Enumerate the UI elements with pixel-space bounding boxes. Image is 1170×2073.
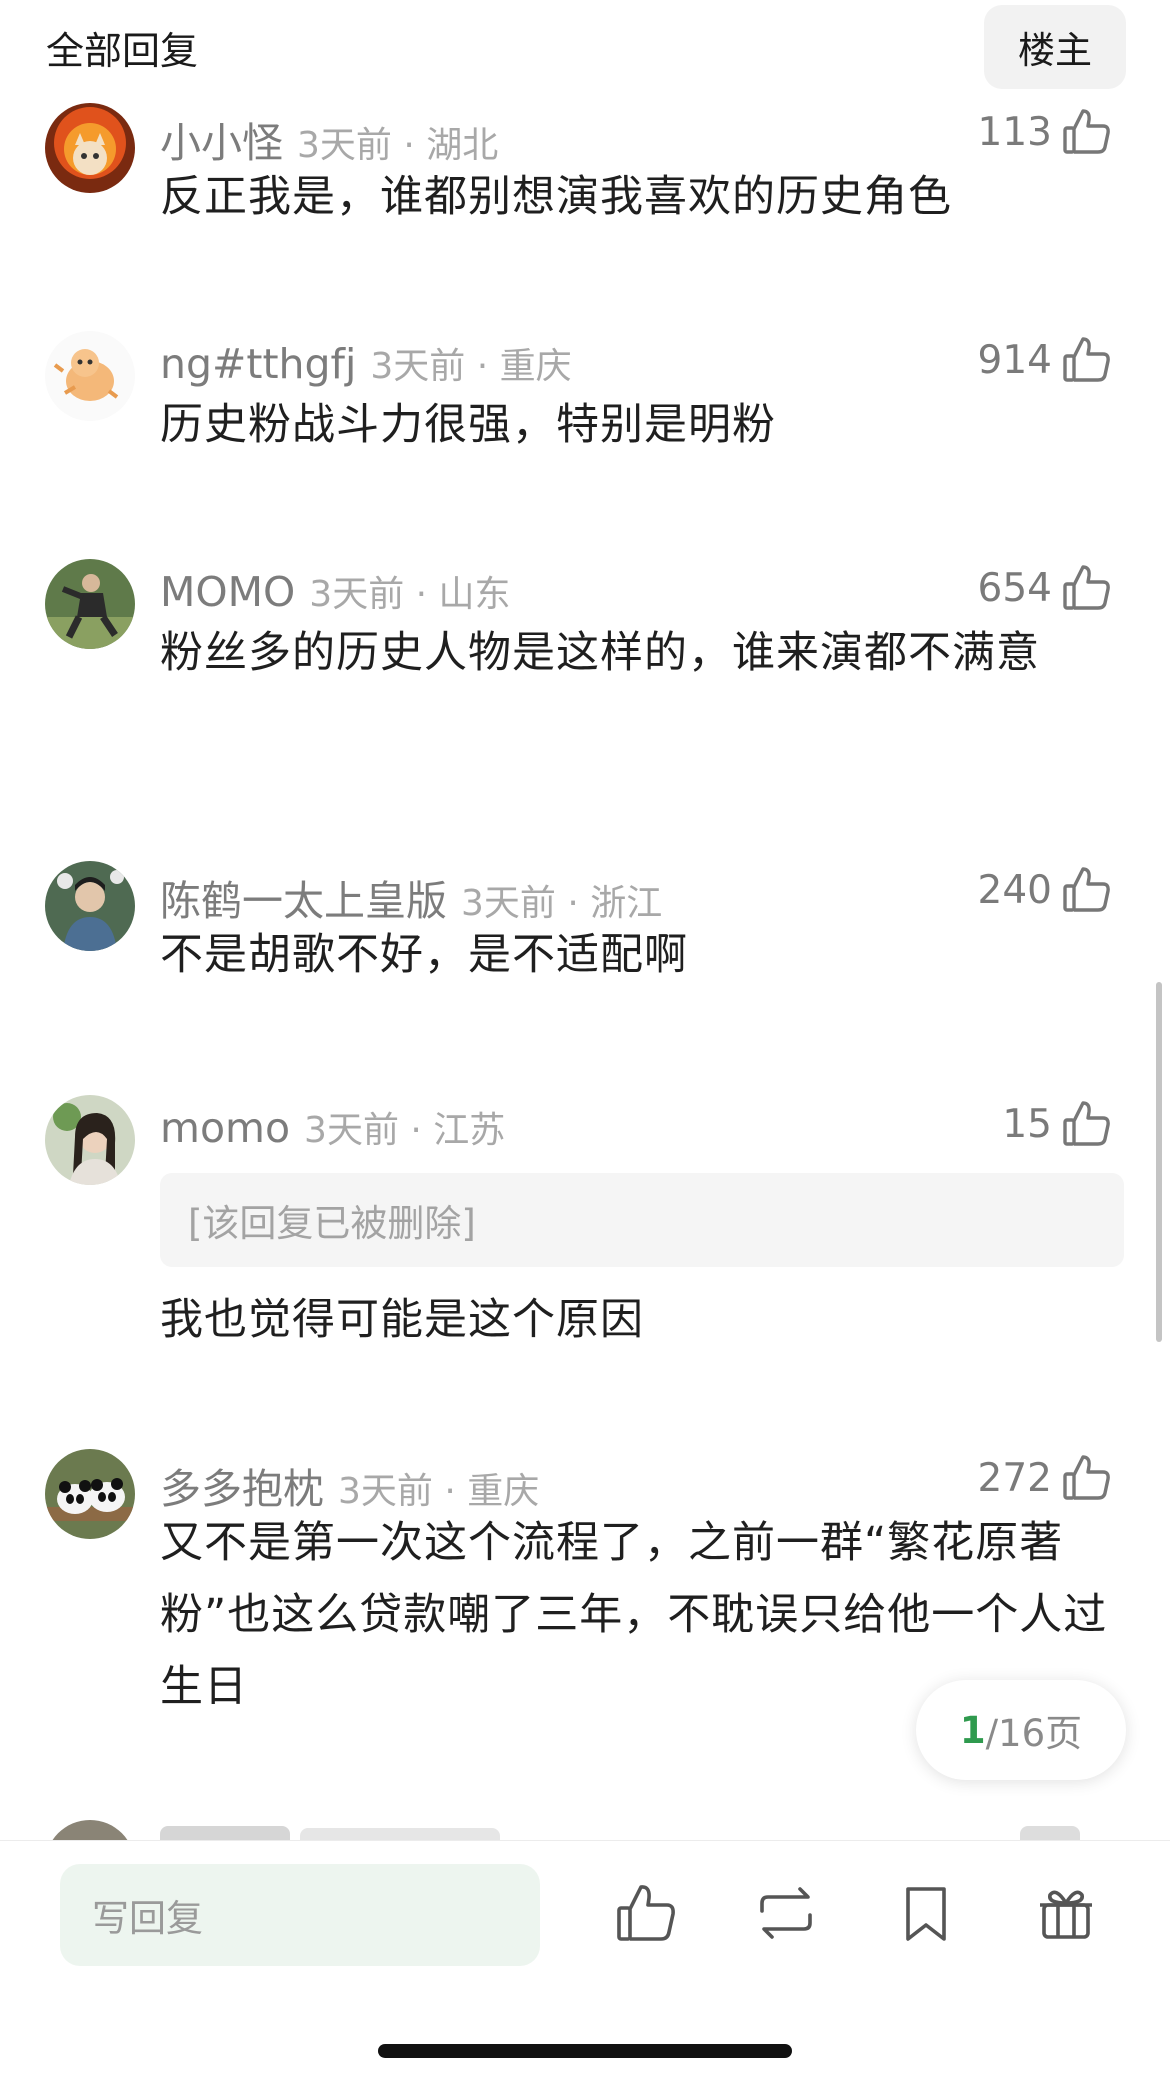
comment-item: 小小怪 3天前 · 湖北 113 反正我是，谁都别想演我喜欢的历史角色 <box>0 103 1170 253</box>
page-indicator[interactable]: 1/16页 <box>916 1680 1126 1780</box>
username[interactable]: 陈鹤一太上皇版 <box>160 867 447 927</box>
like-count: 15 <box>1002 1101 1052 1147</box>
bottom-action-bar: 写回复 <box>0 1840 1170 2073</box>
thumbs-up-icon[interactable] <box>1062 1099 1112 1149</box>
username[interactable]: 多多抱枕 <box>160 1455 324 1515</box>
like-count: 654 <box>977 565 1052 611</box>
thumbs-up-icon[interactable] <box>1062 335 1112 385</box>
like-count: 113 <box>977 109 1052 155</box>
thumbs-up-icon[interactable] <box>1062 107 1112 157</box>
cartoon-cat-avatar[interactable] <box>45 331 135 421</box>
panda-avatar[interactable] <box>45 1449 135 1539</box>
comment-text: 反正我是，谁都别想演我喜欢的历史角色 <box>160 172 952 222</box>
comment-meta: 3天前 · 山东 <box>309 574 511 615</box>
comment-text: 历史粉战斗力很强，特别是明粉 <box>160 400 776 450</box>
username[interactable]: 小小怪 <box>160 109 283 169</box>
comment-item: 陈鹤一太上皇版 3天前 · 浙江 240 不是胡歌不好，是不适配啊 <box>0 861 1170 1011</box>
bookmark-icon[interactable] <box>894 1881 958 1945</box>
comment-item: momo 3天前 · 江苏 15 [该回复已被删除] 我也觉得可能是这个原因 <box>0 1095 1170 1355</box>
thumbs-up-icon[interactable] <box>1062 1453 1112 1503</box>
like-count: 914 <box>977 337 1052 383</box>
flame-cat-avatar[interactable] <box>45 103 135 193</box>
comment-text: 不是胡歌不好，是不适配啊 <box>160 930 688 980</box>
like-button[interactable]: 914 <box>978 335 1112 385</box>
next-comment-peek <box>0 1818 1170 1840</box>
comment-meta: 3天前 · 重庆 <box>370 346 572 387</box>
comment-text: 粉丝多的历史人物是这样的，谁来演都不满意 <box>160 628 1040 678</box>
username[interactable]: momo <box>160 1104 290 1152</box>
deleted-reply-quote: [该回复已被删除] <box>160 1173 1124 1267</box>
home-indicator <box>378 2044 792 2058</box>
like-button[interactable]: 240 <box>978 865 1112 915</box>
gift-icon[interactable] <box>1034 1881 1098 1945</box>
thumbs-up-icon[interactable] <box>1062 563 1112 613</box>
page-title: 全部回复 <box>46 29 199 73</box>
man-portrait-avatar[interactable] <box>45 861 135 951</box>
op-only-button[interactable]: 楼主 <box>984 5 1126 89</box>
total-pages: /16页 <box>985 1712 1083 1755</box>
like-count: 272 <box>977 1455 1052 1501</box>
username[interactable]: ng#tthgfj <box>160 340 356 388</box>
username[interactable]: MOMO <box>160 568 295 616</box>
like-count: 240 <box>977 867 1052 913</box>
scrollbar[interactable] <box>1156 982 1162 1342</box>
current-page: 1 <box>959 1708 986 1752</box>
comment-meta: 3天前 · 江苏 <box>304 1110 506 1151</box>
reply-input[interactable]: 写回复 <box>60 1864 540 1966</box>
repost-icon[interactable] <box>754 1881 818 1945</box>
comment-item: ng#tthgfj 3天前 · 重庆 914 历史粉战斗力很强，特别是明粉 <box>0 331 1170 481</box>
like-button[interactable]: 113 <box>978 107 1112 157</box>
like-button[interactable]: 15 <box>1002 1099 1112 1149</box>
girl-portrait-avatar[interactable] <box>45 1095 135 1185</box>
comment-item: MOMO 3天前 · 山东 654 粉丝多的历史人物是这样的，谁来演都不满意 <box>0 559 1170 779</box>
thumbs-up-icon[interactable] <box>1062 865 1112 915</box>
like-button[interactable]: 654 <box>978 563 1112 613</box>
like-button[interactable]: 272 <box>978 1453 1112 1503</box>
thumbs-up-icon[interactable] <box>614 1881 678 1945</box>
person-photo-avatar[interactable] <box>45 559 135 649</box>
comment-text: 我也觉得可能是这个原因 <box>160 1295 644 1345</box>
